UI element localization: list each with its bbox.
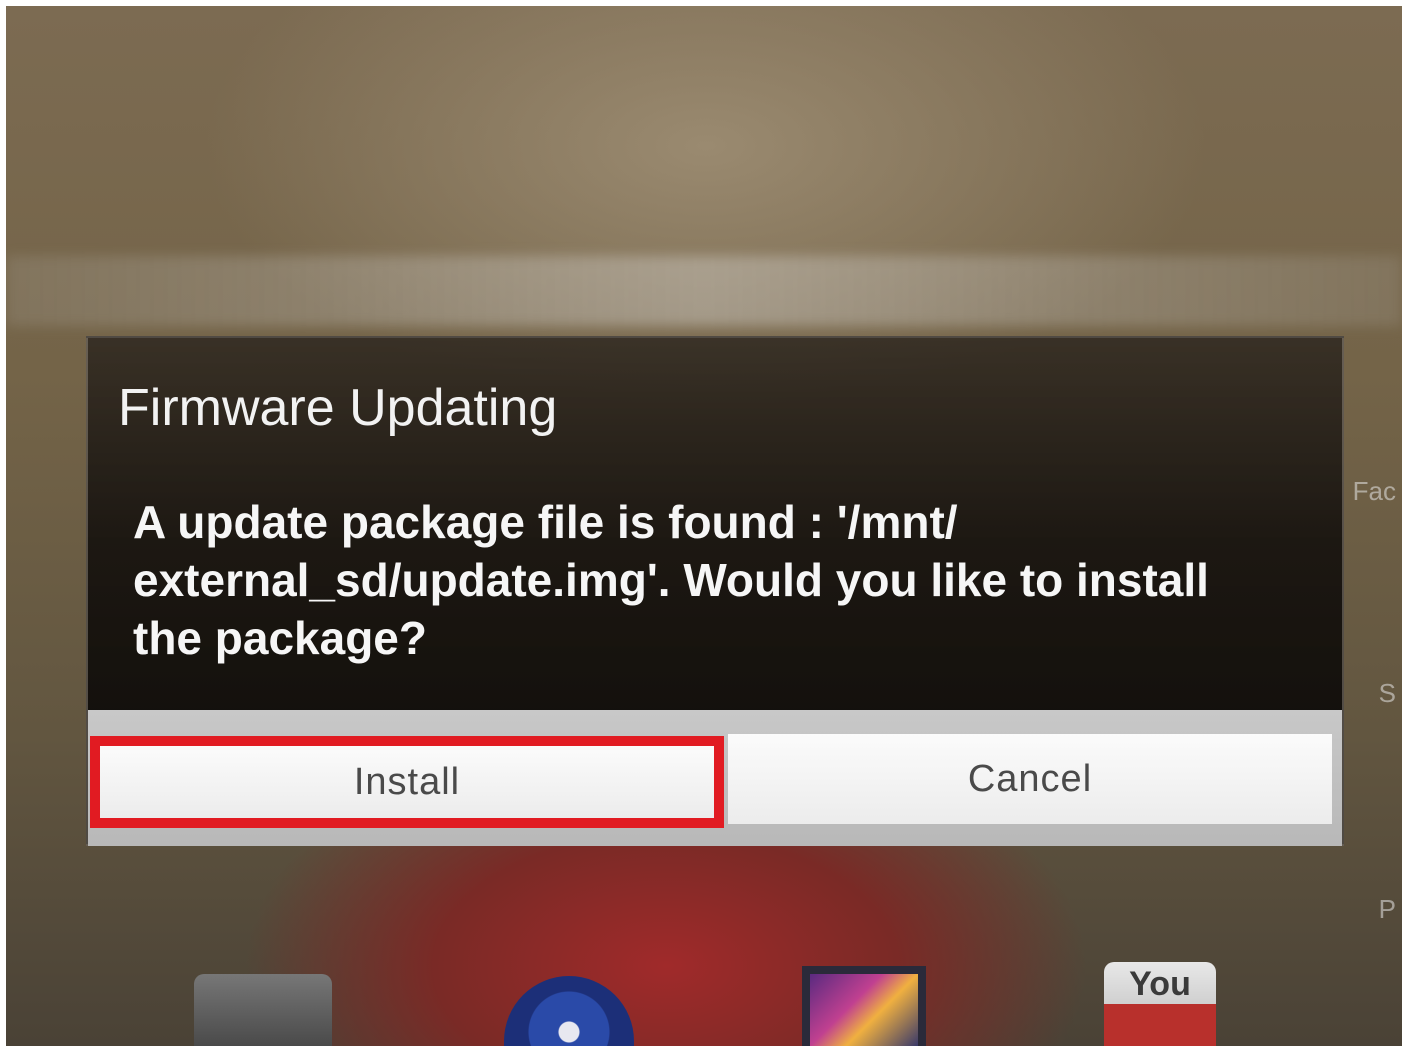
cancel-button-label: Cancel: [967, 757, 1093, 800]
install-button-label: Install: [353, 760, 461, 803]
firmware-update-dialog: Firmware Updating A update package file …: [86, 336, 1344, 846]
youtube-icon-label: You: [1129, 965, 1191, 1003]
tablet-screen: Fac S P Firmware Updating A update packa…: [6, 6, 1402, 1046]
dialog-message: A update package file is found : '/mnt/ …: [133, 496, 1209, 664]
dialog-title: Firmware Updating: [118, 379, 558, 437]
install-button[interactable]: Install: [90, 736, 724, 828]
side-app-label: P: [1378, 894, 1396, 924]
home-dock: You: [6, 962, 1402, 1046]
youtube-icon[interactable]: You: [1104, 962, 1216, 1046]
cancel-button[interactable]: Cancel: [728, 734, 1332, 824]
camera-icon[interactable]: [194, 974, 332, 1046]
music-icon[interactable]: [504, 976, 634, 1046]
gallery-icon[interactable]: [802, 966, 926, 1046]
wallpaper-decoration: [6, 256, 1402, 326]
dialog-button-bar: Install Cancel: [88, 710, 1342, 846]
